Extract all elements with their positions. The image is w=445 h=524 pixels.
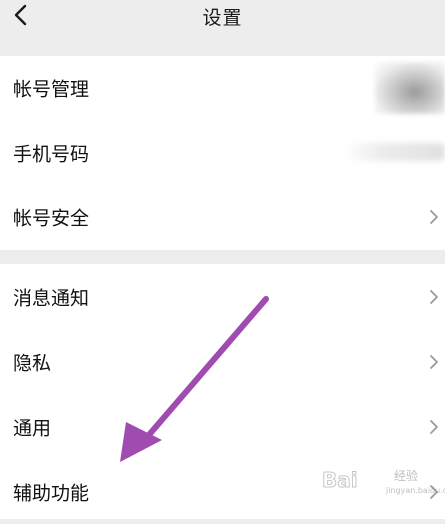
watermark-brand: Bai	[322, 468, 359, 493]
chevron-right-icon	[430, 419, 438, 434]
settings-item-general[interactable]: 通用	[0, 394, 445, 459]
settings-item-label: 隐私	[13, 352, 52, 374]
settings-item-label: 帐号安全	[13, 207, 90, 230]
chevron-right-icon	[430, 289, 438, 304]
settings-item-label: 通用	[13, 417, 52, 439]
nav-bar: 设置	[0, 0, 445, 40]
settings-item-label: 手机号码	[13, 143, 90, 166]
phone-number-value	[345, 142, 445, 161]
watermark: Bai 经验 jingyan.baidu.com	[322, 462, 445, 502]
watermark-url: jingyan.baidu.com	[386, 486, 445, 495]
account-settings-group: 帐号管理 手机号码 帐号安全	[0, 56, 445, 250]
chevron-right-icon	[430, 354, 438, 369]
settings-item-account-management[interactable]: 帐号管理	[0, 56, 445, 121]
settings-item-notifications[interactable]: 消息通知	[0, 264, 445, 329]
settings-item-label: 消息通知	[13, 287, 90, 309]
chevron-right-icon	[430, 210, 438, 225]
settings-item-label: 帐号管理	[13, 78, 90, 101]
settings-item-account-security[interactable]: 帐号安全	[0, 185, 445, 250]
settings-item-privacy[interactable]: 隐私	[0, 329, 445, 394]
page-title: 设置	[202, 7, 243, 29]
avatar	[375, 62, 445, 114]
settings-item-label: 辅助功能	[13, 482, 90, 504]
watermark-brand-suffix: 经验	[394, 469, 419, 483]
settings-item-phone-number[interactable]: 手机号码	[0, 121, 445, 186]
